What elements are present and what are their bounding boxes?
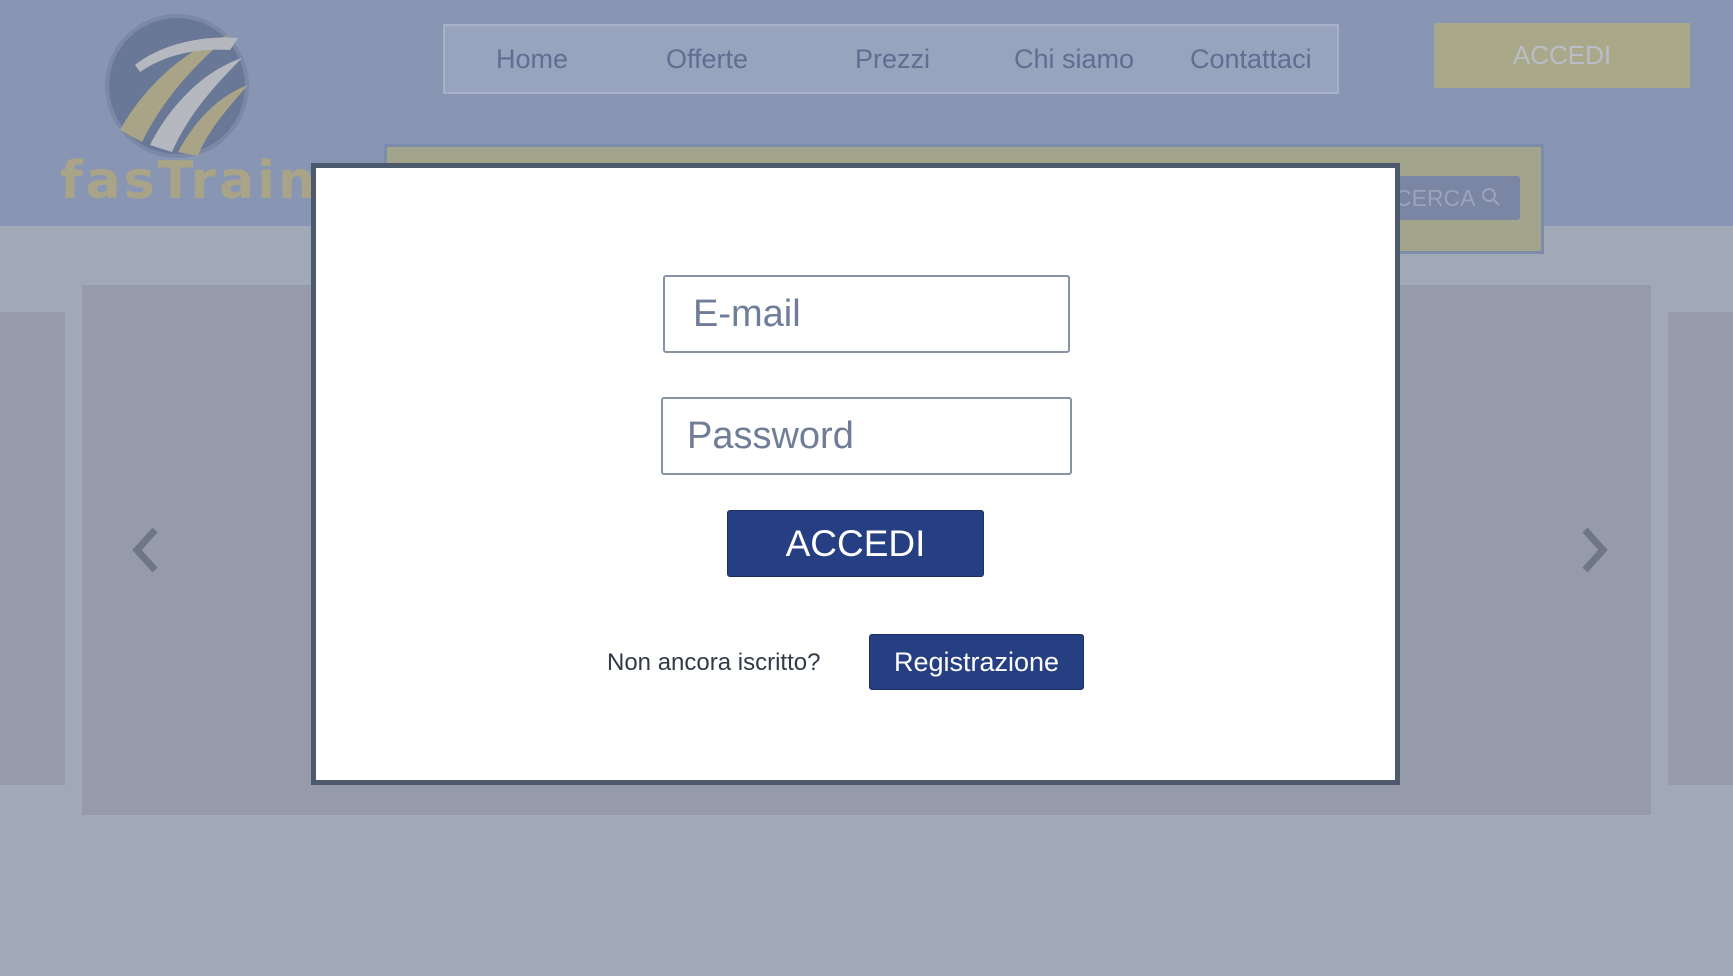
register-button[interactable]: Registrazione [869, 634, 1084, 690]
search-button-label: CERCA [1395, 185, 1476, 211]
login-submit-button[interactable]: ACCEDI [727, 510, 984, 577]
signup-prompt: Non ancora iscritto? [607, 649, 821, 676]
carousel-next-slide [1668, 312, 1733, 785]
header-login-button[interactable]: ACCEDI [1434, 23, 1690, 88]
nav-item-prezzi[interactable]: Prezzi [855, 26, 930, 92]
main-nav: Home Offerte Prezzi Chi siamo Contattaci [443, 24, 1339, 94]
logo-wordmark: fasTrain [60, 151, 318, 211]
nav-item-home[interactable]: Home [496, 26, 568, 92]
chevron-left-icon[interactable] [125, 520, 165, 580]
page: fasTrain Home Offerte Prezzi Chi siamo C… [0, 0, 1733, 976]
chevron-right-icon[interactable] [1575, 520, 1615, 580]
nav-item-offerte[interactable]: Offerte [666, 26, 748, 92]
nav-item-chi-siamo[interactable]: Chi siamo [1014, 26, 1134, 92]
nav-item-contattaci[interactable]: Contattaci [1190, 26, 1312, 92]
email-field[interactable] [663, 275, 1070, 353]
carousel-prev-slide [0, 312, 65, 785]
login-modal: ACCEDI Non ancora iscritto? Registrazion… [311, 163, 1400, 785]
password-field[interactable] [661, 397, 1072, 475]
search-icon [1482, 188, 1500, 206]
